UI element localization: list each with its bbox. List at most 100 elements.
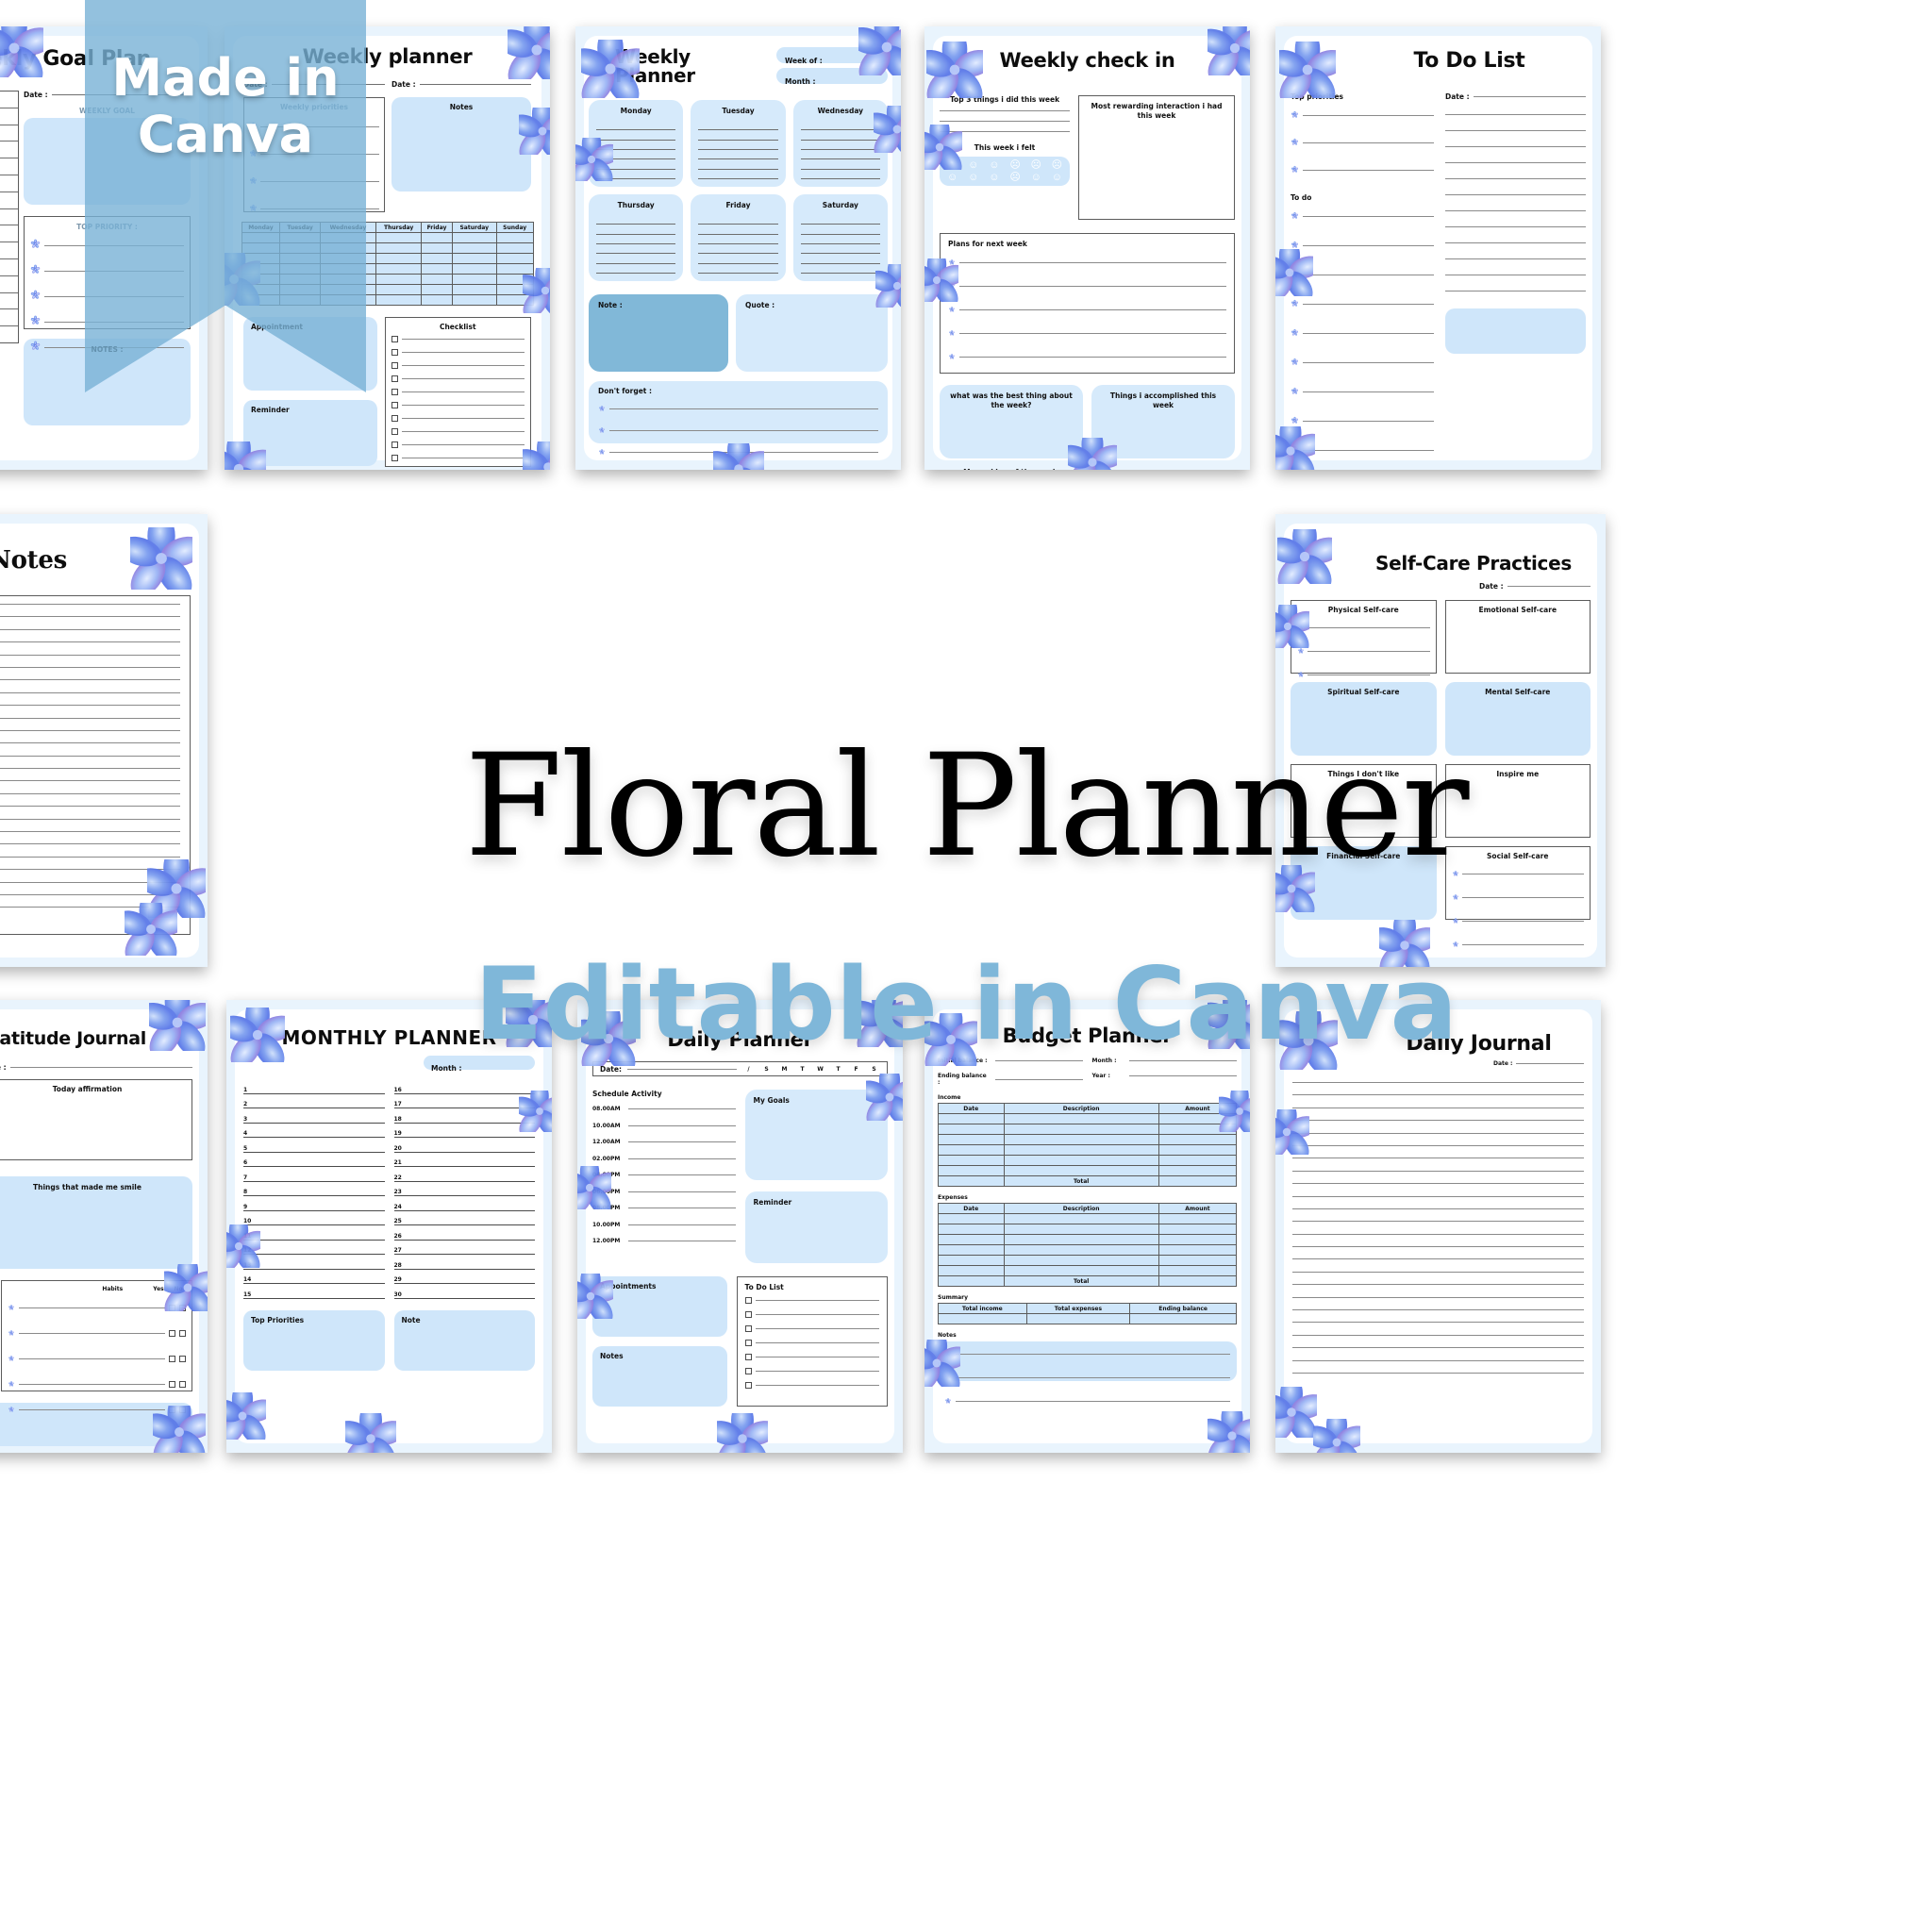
card-monthly-planner[interactable]: MONTHLY PLANNER Month : 1 2 3 4 5 6 7 8 … xyxy=(226,1000,552,1453)
checklist-item[interactable] xyxy=(391,415,525,422)
dont-forget-box[interactable]: Don't forget : xyxy=(589,381,888,455)
daily-date-row[interactable]: Date: / S M T W T F S xyxy=(592,1061,888,1076)
monthly-top-priorities-box[interactable]: Top Priorities xyxy=(243,1309,385,1371)
checkbox-icon[interactable] xyxy=(169,1304,175,1311)
note-line[interactable] xyxy=(0,641,180,643)
checkbox-icon[interactable] xyxy=(169,1355,175,1362)
to-do-line[interactable] xyxy=(1445,114,1586,115)
checkbox-icon[interactable] xyxy=(391,415,398,422)
daily-date-line[interactable] xyxy=(626,1068,737,1070)
note-line[interactable] xyxy=(0,717,180,719)
checkbox-icon[interactable] xyxy=(169,1406,175,1413)
mood-selector[interactable]: ☺ ☺ ☺ ☹ ☹ ☹ ☺ ☺ ☺ ☹ ☺ ☺ xyxy=(940,157,1070,186)
checkbox-icon[interactable] xyxy=(391,441,398,448)
note-line[interactable] xyxy=(0,628,180,630)
checkbox-icon[interactable] xyxy=(744,1382,752,1389)
weekday-initial[interactable]: T xyxy=(796,1066,808,1073)
card-weekly-check-in[interactable]: Weekly check in Top 3 things i did this … xyxy=(924,26,1250,470)
monthly-note-box[interactable]: Note xyxy=(393,1309,535,1371)
mood-icon[interactable]: ☺ xyxy=(984,172,1004,183)
reminder-box[interactable]: Reminder xyxy=(243,400,377,466)
note-box[interactable]: Note : xyxy=(589,294,728,372)
monthly-days-left-column[interactable]: 1 2 3 4 5 6 7 8 9 10 11 12 13 14 15 xyxy=(243,1079,385,1299)
checkbox-icon[interactable] xyxy=(744,1340,752,1346)
weekday-initial[interactable]: W xyxy=(814,1066,826,1073)
checkbox-icon[interactable] xyxy=(179,1380,186,1388)
todo-item[interactable] xyxy=(744,1311,879,1318)
ending-balance-line[interactable] xyxy=(995,1078,1083,1080)
checkbox-icon[interactable] xyxy=(391,362,398,369)
income-table[interactable]: Date Description Amount Total xyxy=(938,1103,1238,1187)
day-box-tuesday[interactable]: Tuesday xyxy=(691,100,786,187)
todo-item[interactable] xyxy=(744,1297,879,1304)
checkbox-icon[interactable] xyxy=(391,428,398,435)
card-weekly-planner[interactable]: Weekly Planner Week of : Month : Monday … xyxy=(575,26,901,470)
todo-item[interactable] xyxy=(744,1368,879,1374)
most-rewarding-box[interactable]: Most rewarding interaction i had this we… xyxy=(1078,95,1235,220)
mood-icon[interactable]: ☺ xyxy=(963,172,983,183)
emotional-self-care-box[interactable]: Emotional Self-care xyxy=(1444,600,1591,674)
note-line[interactable] xyxy=(0,729,180,731)
daily-reminder-box[interactable]: Reminder xyxy=(744,1191,888,1263)
to-do-line[interactable] xyxy=(1445,194,1586,195)
journal-line[interactable] xyxy=(1292,1258,1584,1260)
journal-line[interactable] xyxy=(1292,1183,1584,1185)
mood-icon[interactable]: ☺ xyxy=(1047,172,1067,183)
mood-icon[interactable]: ☺ xyxy=(984,159,1004,171)
note-line[interactable] xyxy=(0,654,180,656)
physical-self-care-box[interactable]: Physical Self-care xyxy=(1291,600,1437,701)
to-do-line[interactable] xyxy=(1445,242,1586,243)
habit-row[interactable] xyxy=(8,1375,186,1392)
schedule-row[interactable]: 10.00PM xyxy=(592,1222,736,1228)
week-of-field[interactable]: Week of : xyxy=(776,47,888,65)
daily-notes-box[interactable]: Notes xyxy=(592,1346,727,1407)
checklist-item[interactable] xyxy=(391,428,525,435)
monthly-days-right-column[interactable]: 16 17 18 19 20 21 22 23 24 25 26 27 28 2… xyxy=(393,1079,535,1299)
checkbox-icon[interactable] xyxy=(391,349,398,356)
checklist-item[interactable] xyxy=(391,336,525,342)
todo-item[interactable] xyxy=(744,1382,879,1389)
self-care-date-line[interactable] xyxy=(1507,586,1591,587)
schedule-row[interactable]: 12.00AM xyxy=(592,1139,736,1145)
journal-line[interactable] xyxy=(1292,1347,1584,1349)
day-box-saturday[interactable]: Saturday xyxy=(792,194,888,281)
weekly-planner-grid-notes-box[interactable]: Notes xyxy=(391,97,531,192)
note-line[interactable] xyxy=(0,691,180,693)
schedule-row[interactable]: 04.00PM xyxy=(592,1172,736,1178)
checkbox-icon[interactable] xyxy=(744,1311,752,1318)
schedule-row[interactable]: 10.00AM xyxy=(592,1123,736,1129)
journal-line[interactable] xyxy=(1292,1359,1584,1361)
schedule-row[interactable]: 12.00PM xyxy=(592,1238,736,1244)
to-do-date-line[interactable] xyxy=(1473,96,1586,97)
journal-line[interactable] xyxy=(1292,1132,1584,1134)
journal-line[interactable] xyxy=(1292,1284,1584,1286)
habit-row[interactable] xyxy=(8,1350,186,1367)
todo-item[interactable] xyxy=(744,1354,879,1360)
card-gratitude-journal[interactable]: Gratitude Journal Date : Today affirmati… xyxy=(0,1000,208,1453)
checkbox-icon[interactable] xyxy=(391,336,398,342)
weekday-initial[interactable]: T xyxy=(832,1066,844,1073)
card-to-do-list[interactable]: To Do List Top priorities To do Date: xyxy=(1275,26,1601,470)
schedule-row[interactable]: 08.00PM xyxy=(592,1205,736,1211)
checkbox-icon[interactable] xyxy=(744,1354,752,1360)
quote-box[interactable]: Quote : xyxy=(736,294,888,372)
journal-line[interactable] xyxy=(1292,1296,1584,1298)
checklist-item[interactable] xyxy=(391,441,525,448)
journal-line[interactable] xyxy=(1292,1271,1584,1273)
journal-line[interactable] xyxy=(1292,1372,1584,1374)
journal-line[interactable] xyxy=(1292,1195,1584,1197)
to-do-line[interactable] xyxy=(1445,162,1586,163)
to-do-line[interactable] xyxy=(1445,146,1586,147)
day-box-thursday[interactable]: Thursday xyxy=(589,194,684,281)
daily-journal-date-line[interactable] xyxy=(1516,1063,1584,1064)
card-budget-planner[interactable]: Budget Planner Initial balance : Ending … xyxy=(924,1000,1250,1453)
checklist-item[interactable] xyxy=(391,402,525,408)
daily-todo-box[interactable]: To Do List xyxy=(736,1276,888,1407)
note-line[interactable] xyxy=(0,616,180,618)
journal-line[interactable] xyxy=(1292,1094,1584,1096)
to-do-line[interactable] xyxy=(1445,130,1586,131)
mood-icon[interactable]: ☺ xyxy=(942,172,962,183)
to-do-line[interactable] xyxy=(1445,226,1586,227)
mood-icon[interactable]: ☹ xyxy=(1005,159,1024,171)
checkbox-icon[interactable] xyxy=(391,389,398,395)
